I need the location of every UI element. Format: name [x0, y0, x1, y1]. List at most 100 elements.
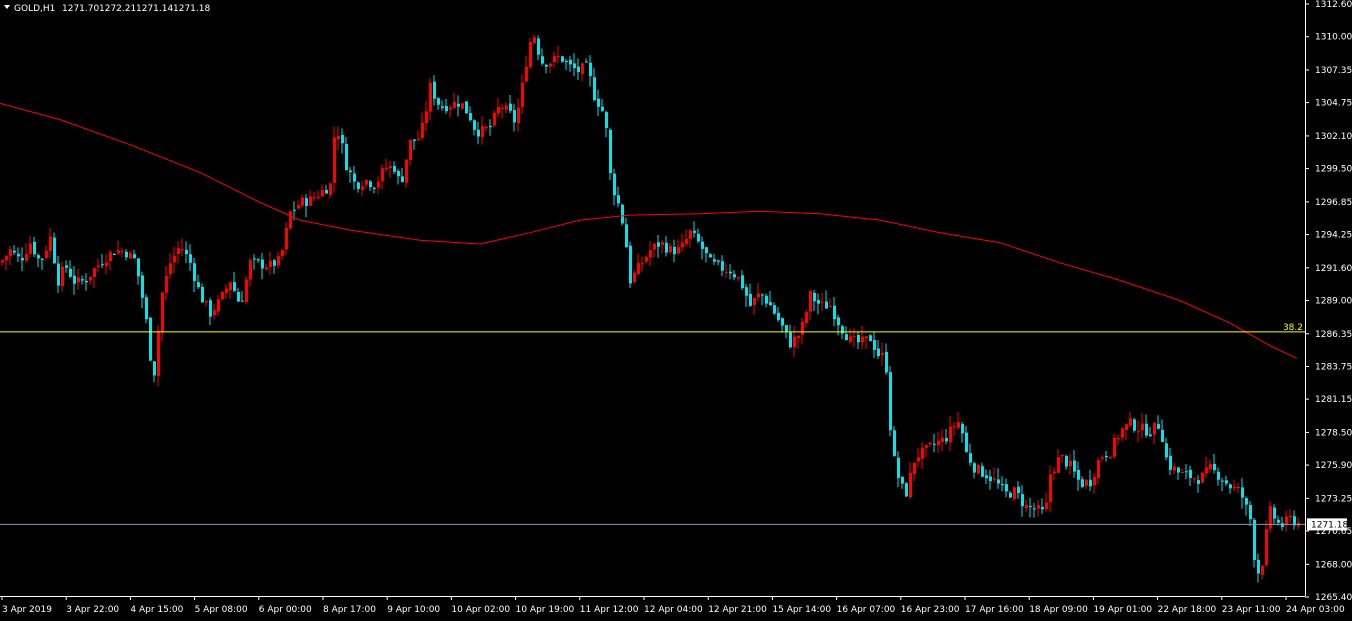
price-tick-label: 1312.60 — [1315, 0, 1352, 10]
candle-body — [809, 291, 812, 312]
candle-body — [913, 462, 916, 474]
candle-body — [769, 302, 772, 306]
time-tick-label: 12 Apr 21:00 — [708, 605, 767, 615]
price-tick-label: 1302.10 — [1315, 132, 1352, 142]
candle-body — [49, 236, 52, 252]
candle-body — [1185, 471, 1188, 473]
candle-body — [1265, 529, 1268, 566]
candle-body — [893, 430, 896, 456]
candle-body — [889, 372, 892, 431]
candle-body — [921, 447, 924, 459]
price-tick-label: 1275.90 — [1315, 461, 1352, 471]
price-tick-label: 1283.75 — [1315, 362, 1352, 372]
candle-body — [265, 267, 268, 270]
candle-body — [497, 107, 500, 114]
current-price-tag: 1271.18 — [1307, 518, 1348, 531]
candle-body — [433, 81, 436, 99]
price-tick-label: 1278.50 — [1315, 428, 1352, 438]
candle-body — [1229, 484, 1232, 489]
candle-body — [1097, 460, 1100, 479]
candle-body — [305, 198, 308, 207]
candle-body — [1257, 559, 1260, 574]
candle-body — [225, 288, 228, 293]
candle-body — [813, 292, 816, 302]
candle-body — [1213, 463, 1216, 471]
candle-body — [1277, 519, 1280, 523]
candle-body — [1, 260, 4, 263]
candle-body — [845, 334, 848, 341]
candle-body — [985, 475, 988, 479]
price-tick-label: 1307.35 — [1315, 66, 1352, 76]
candle-body — [17, 253, 20, 257]
candle-body — [513, 110, 516, 123]
candle-body — [389, 166, 392, 168]
candle-body — [293, 209, 296, 211]
candle-body — [1109, 456, 1112, 459]
candle-body — [317, 196, 320, 198]
candle-body — [1161, 429, 1164, 442]
time-tick-label: 3 Apr 22:00 — [66, 605, 119, 615]
time-tick-label: 24 Apr 03:00 — [1286, 605, 1345, 615]
candle-body — [57, 263, 60, 286]
candle-body — [601, 106, 604, 111]
candle-body — [1057, 457, 1060, 473]
candle-body — [849, 336, 852, 342]
candle-body — [621, 204, 624, 224]
candle-body — [981, 466, 984, 477]
candle-body — [645, 257, 648, 262]
candle-body — [469, 113, 472, 121]
candle-body — [825, 301, 828, 309]
candle-body — [485, 126, 488, 128]
candle-body — [677, 247, 680, 254]
candle-body — [377, 181, 380, 188]
candle-body — [1053, 471, 1056, 474]
candle-body — [525, 66, 528, 82]
candle-body — [877, 348, 880, 356]
candle-body — [545, 64, 548, 67]
candle-body — [461, 103, 464, 109]
candle-body — [1093, 476, 1096, 486]
candle-body — [41, 258, 44, 260]
candle-body — [937, 440, 940, 446]
candle-body — [657, 242, 660, 247]
candle-body — [1137, 431, 1140, 433]
candle-body — [221, 292, 224, 300]
candle-body — [453, 101, 456, 108]
candle-body — [429, 82, 432, 112]
candle-body — [705, 247, 708, 254]
candle-body — [649, 250, 652, 258]
candle-body — [109, 252, 112, 262]
time-tick-label: 16 Apr 07:00 — [837, 605, 896, 615]
candle-body — [289, 211, 292, 229]
candle-body — [789, 332, 792, 348]
candle-body — [801, 321, 804, 335]
price-tick-label: 1304.75 — [1315, 99, 1352, 109]
candle-body — [965, 432, 968, 452]
candle-body — [197, 282, 200, 288]
candle-body — [481, 126, 484, 138]
candle-body — [777, 312, 780, 320]
candle-body — [1157, 424, 1160, 429]
candle-body — [713, 259, 716, 262]
candle-body — [989, 476, 992, 482]
price-chart[interactable]: 38.2 1312.60 1310.00 1307.35 1304.75 1302.10… — [0, 0, 1352, 621]
time-tick-label: 23 Apr 11:00 — [1222, 605, 1281, 615]
candle-body — [1193, 478, 1196, 480]
candle-body — [573, 63, 576, 68]
candle-body — [45, 250, 48, 259]
candle-body — [961, 423, 964, 434]
candle-body — [1001, 484, 1004, 486]
candle-body — [1197, 480, 1200, 484]
candle-body — [1101, 457, 1104, 459]
time-tick-label: 8 Apr 17:00 — [323, 605, 376, 615]
candle-body — [625, 224, 628, 248]
candle-body — [185, 249, 188, 255]
candle-body — [1201, 472, 1204, 483]
candle-body — [1129, 418, 1132, 426]
candle-body — [253, 258, 256, 260]
candle-body — [1013, 487, 1016, 499]
candle-body — [1221, 480, 1224, 482]
candle-body — [929, 442, 932, 445]
candle-body — [33, 241, 36, 255]
candle-body — [269, 260, 272, 267]
